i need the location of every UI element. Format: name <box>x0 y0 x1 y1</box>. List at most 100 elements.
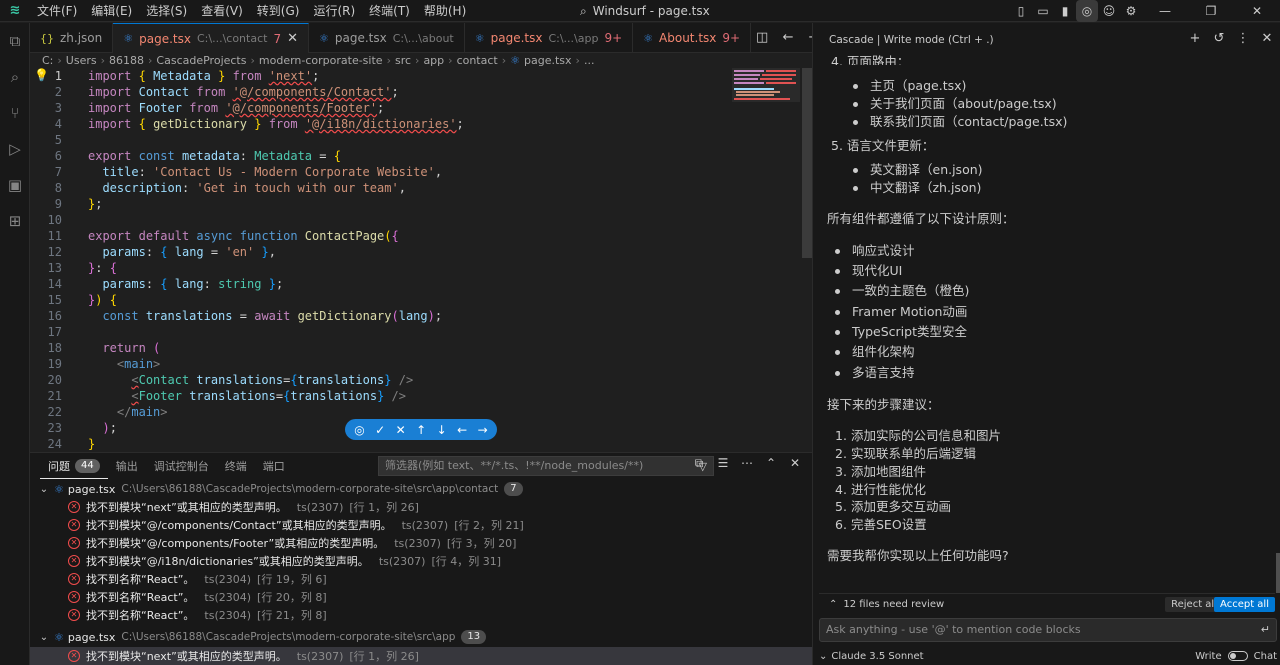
minimize-button[interactable]: — <box>1142 0 1188 22</box>
menu-help[interactable]: 帮助(H) <box>417 0 473 22</box>
problem-item[interactable]: ✕ 找不到模块“@/components/Footer”或其相应的类型声明。 t… <box>30 534 812 552</box>
settings-gear-icon[interactable]: ⚙ <box>1120 0 1142 22</box>
account-icon[interactable]: ☺ <box>1098 0 1120 22</box>
arrow-left-icon[interactable]: ← <box>457 423 467 437</box>
menu-go[interactable]: 转到(G) <box>250 0 307 22</box>
problems-filter-input[interactable]: 筛选器(例如 text、**/*.ts、!**/node_modules/**)… <box>378 456 714 476</box>
view-as-list-icon[interactable]: ☰ <box>714 456 732 471</box>
tab-output[interactable]: 输出 <box>108 453 146 479</box>
breadcrumb-item[interactable]: 86188 <box>109 54 144 67</box>
cascade-mode-title[interactable]: Cascade | Write mode (Ctrl + .) <box>829 34 994 46</box>
accept-check-icon[interactable]: ✓ <box>375 423 385 437</box>
windsurf-cascade-icon[interactable]: ◎ <box>1076 0 1098 22</box>
close-icon[interactable]: ✕ <box>287 31 298 46</box>
code-line: import { Metadata } from 'next'; <box>88 69 320 83</box>
close-panel-icon[interactable]: ✕ <box>786 456 804 471</box>
editor-scrollbar[interactable] <box>802 68 812 258</box>
menu-terminal[interactable]: 终端(T) <box>362 0 417 22</box>
principle-item: 现代化UI <box>852 263 903 278</box>
accept-all-button[interactable]: Accept all <box>1214 597 1275 612</box>
tab-label: About.tsx <box>659 31 717 45</box>
breadcrumb-item[interactable]: ... <box>584 54 595 67</box>
new-conversation-icon[interactable]: + <box>1188 31 1202 46</box>
problem-file-group[interactable]: ⌄ ⚛ page.tsx C:\Users\86188\CascadeProje… <box>30 628 812 646</box>
code-line: <main> <box>116 357 161 371</box>
menu-edit[interactable]: 编辑(E) <box>84 0 139 22</box>
restore-button[interactable]: ❐ <box>1188 0 1234 22</box>
extensions-icon[interactable]: ⊞ <box>0 203 30 239</box>
cascade-icon[interactable]: ◎ <box>354 423 364 437</box>
close-window-button[interactable]: ✕ <box>1234 0 1280 22</box>
tab-about-tsx[interactable]: ⚛ About.tsx 9+ <box>633 23 752 53</box>
tab-debug-console[interactable]: 调试控制台 <box>146 453 217 479</box>
menu-run[interactable]: 运行(R) <box>306 0 362 22</box>
tab-terminal[interactable]: 终端 <box>217 453 255 479</box>
remote-explorer-icon[interactable]: ▣ <box>0 167 30 203</box>
problem-item[interactable]: ✕ 找不到名称“React”。 ts(2304) [行 21，列 8] <box>30 606 812 624</box>
breadcrumb-item[interactable]: CascadeProjects <box>156 54 246 67</box>
tab-page-contact[interactable]: ⚛ page.tsx C:\...\contact 7 ✕ <box>113 23 309 53</box>
code-editor[interactable]: 💡 1 import { Metadata } from 'next'; 2 imp… <box>30 68 812 452</box>
chevron-down-icon[interactable]: ⌄ <box>819 651 827 662</box>
arrow-down-icon[interactable]: ↓ <box>437 423 447 437</box>
tab-zh-json[interactable]: {} zh.json <box>30 23 114 53</box>
line-number: 2 <box>54 85 62 99</box>
more-actions-icon[interactable]: ⋮ <box>1236 31 1250 46</box>
cascade-scrollbar[interactable] <box>1276 553 1280 593</box>
history-icon[interactable]: ↺ <box>1212 31 1226 46</box>
problem-item[interactable]: ✕ 找不到模块“next”或其相应的类型声明。 ts(2307) [行 1，列 … <box>30 498 812 516</box>
arrow-right-icon[interactable]: → <box>478 423 488 437</box>
toggle-secondary-sidebar-icon[interactable]: ▮ <box>1054 0 1076 22</box>
breadcrumb-item[interactable]: page.tsx <box>524 54 572 67</box>
minimap[interactable] <box>732 68 800 452</box>
problem-file-group[interactable]: ⌄ ⚛ page.tsx C:\Users\86188\CascadeProje… <box>30 480 812 498</box>
close-icon[interactable]: ✕ <box>1260 31 1274 46</box>
breadcrumb-item[interactable]: Users <box>66 54 97 67</box>
write-chat-toggle[interactable] <box>1227 651 1248 661</box>
breadcrumb-item[interactable]: app <box>423 54 444 67</box>
route-item: 关于我们页面（about/page.tsx) <box>870 96 1057 111</box>
breadcrumb-item[interactable]: C: <box>42 54 53 67</box>
toggle-primary-sidebar-icon[interactable]: ▯ <box>1010 0 1032 22</box>
problem-item[interactable]: ✕ 找不到模块“@/i18n/dictionaries”或其相应的类型声明。 t… <box>30 552 812 570</box>
toggle-panel-icon[interactable]: ▭ <box>1032 0 1054 22</box>
collapse-all-icon[interactable]: ⧉ <box>690 456 708 471</box>
problem-position: [行 1，列 26] <box>349 650 419 663</box>
maximize-panel-icon[interactable]: ⌃ <box>762 456 780 471</box>
problem-item[interactable]: ✕ 找不到名称“React”。 ts(2304) [行 20，列 8] <box>30 588 812 606</box>
arrow-up-icon[interactable]: ↑ <box>416 423 426 437</box>
chevron-right-icon: › <box>386 54 391 67</box>
tab-problems[interactable]: 问题 44 <box>40 453 108 479</box>
problem-item[interactable]: ✕ 找不到模块“next”或其相应的类型声明。 ts(2307) [行 1，列 … <box>30 647 812 665</box>
breadcrumb-item[interactable]: src <box>395 54 411 67</box>
problem-item[interactable]: ✕ 找不到模块“@/components/Contact”或其相应的类型声明。 … <box>30 516 812 534</box>
cascade-chat-input[interactable]: Ask anything - use '@' to mention code b… <box>819 618 1277 642</box>
menu-file[interactable]: 文件(F) <box>30 0 84 22</box>
tab-page-app[interactable]: ⚛ page.tsx C:\...\app 9+ <box>465 23 634 53</box>
menu-view[interactable]: 查看(V) <box>194 0 250 22</box>
command-center[interactable]: ⌕ Windsurf - page.tsx <box>580 0 710 22</box>
list-item: 联系我们页面（contact/page.tsx) <box>853 111 1067 130</box>
split-editor-icon[interactable]: ◫ <box>751 30 773 45</box>
tab-page-about[interactable]: ⚛ page.tsx C:\...\about <box>309 23 465 53</box>
search-icon[interactable]: ⌕ <box>0 59 30 95</box>
chevron-up-icon[interactable]: ⌃ <box>829 599 837 610</box>
breadcrumb-item[interactable]: contact <box>457 54 498 67</box>
send-enter-icon[interactable]: ↵ <box>1261 619 1270 641</box>
problem-file-count: 7 <box>504 482 523 496</box>
lang-item: 中文翻译（zh.json) <box>870 180 982 195</box>
menu-selection[interactable]: 选择(S) <box>139 0 194 22</box>
source-control-icon[interactable]: ⑂ <box>0 95 30 131</box>
breadcrumb-item[interactable]: modern-corporate-site <box>259 54 383 67</box>
files-review-label[interactable]: 12 files need review <box>843 599 944 610</box>
explorer-icon[interactable]: ⧉ <box>0 23 30 59</box>
route-item: 联系我们页面（contact/page.tsx) <box>870 114 1068 129</box>
go-back-icon[interactable]: ← <box>777 30 799 45</box>
reject-x-icon[interactable]: ✕ <box>396 423 406 437</box>
run-debug-icon[interactable]: ▷ <box>0 131 30 167</box>
problem-item[interactable]: ✕ 找不到名称“React”。 ts(2304) [行 19，列 6] <box>30 570 812 588</box>
model-selector[interactable]: Claude 3.5 Sonnet <box>831 651 923 662</box>
line-number: 5 <box>54 133 62 147</box>
tab-ports[interactable]: 端口 <box>255 453 293 479</box>
more-actions-icon[interactable]: ⋯ <box>738 456 756 471</box>
